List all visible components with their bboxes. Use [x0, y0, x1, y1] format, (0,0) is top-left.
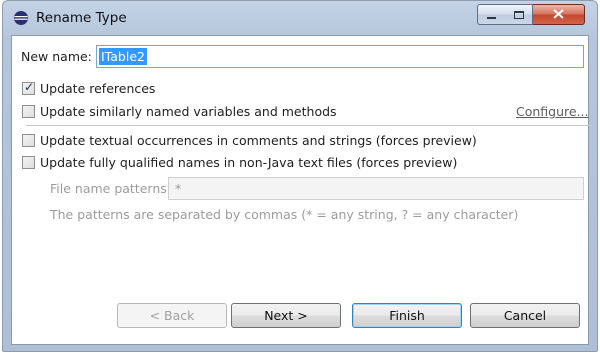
title-bar[interactable]: Rename Type — [3, 1, 597, 35]
next-button[interactable]: Next > — [231, 303, 341, 328]
separator — [26, 125, 592, 126]
file-name-patterns-value: * — [175, 181, 182, 196]
cancel-button[interactable]: Cancel — [470, 303, 580, 328]
new-name-input[interactable]: ITable2 — [96, 45, 584, 68]
dialog-content: New name: ITable2 ✓ Update references Up… — [11, 35, 592, 345]
checkmark-icon: ✓ — [24, 80, 35, 94]
eclipse-icon — [13, 10, 29, 26]
file-name-patterns-label: File name patterns: — [50, 181, 171, 196]
patterns-hint: The patterns are separated by commas (* … — [50, 207, 519, 222]
close-button[interactable] — [533, 4, 585, 25]
minimize-button[interactable] — [477, 4, 506, 25]
new-name-value: ITable2 — [99, 48, 147, 65]
maximize-button[interactable] — [505, 4, 533, 25]
update-textual-occurrences-checkbox[interactable] — [22, 134, 35, 147]
close-icon — [553, 7, 564, 22]
back-button[interactable]: < Back — [117, 303, 227, 328]
update-qualified-names-checkbox[interactable] — [22, 156, 35, 169]
minimize-icon — [487, 16, 496, 19]
update-references-label[interactable]: Update references — [40, 81, 155, 96]
new-name-label: New name: — [21, 49, 92, 64]
update-qualified-names-label[interactable]: Update fully qualified names in non-Java… — [40, 155, 457, 170]
file-name-patterns-input[interactable]: * — [168, 177, 584, 200]
update-similar-names-checkbox[interactable] — [22, 105, 35, 118]
finish-button[interactable]: Finish — [352, 303, 462, 328]
update-references-checkbox[interactable]: ✓ — [22, 80, 35, 95]
configure-link[interactable]: Configure... — [516, 104, 589, 119]
update-textual-occurrences-label[interactable]: Update textual occurrences in comments a… — [40, 133, 477, 148]
window-title: Rename Type — [36, 10, 127, 26]
rename-type-dialog: Rename Type New name: ITable2 ✓ Update r… — [2, 0, 598, 352]
update-similar-names-label[interactable]: Update similarly named variables and met… — [40, 104, 337, 119]
maximize-icon — [513, 10, 524, 19]
